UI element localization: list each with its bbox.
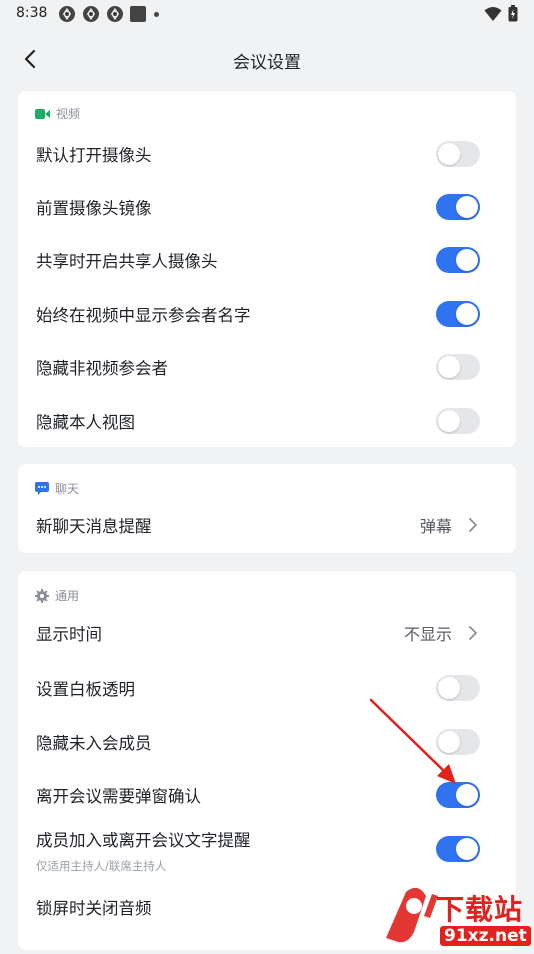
- app-header: 会议设置: [0, 30, 534, 88]
- toggle-switch[interactable]: [436, 301, 480, 327]
- square-icon: [130, 6, 146, 22]
- setting-label: 设置白板透明: [36, 680, 135, 699]
- chevron-right-icon: [469, 518, 477, 532]
- dot-icon: [154, 11, 159, 17]
- watermark-logo: 下载站 91xz.net: [378, 886, 534, 950]
- setting-label: 成员加入或离开会议文字提醒: [36, 831, 251, 850]
- toggle-switch[interactable]: [436, 729, 480, 755]
- setting-label: 离开会议需要弹窗确认: [36, 787, 201, 806]
- setting-sublabel: 仅适用主持人/联席主持人: [36, 859, 167, 873]
- setting-row[interactable]: 设置白板透明: [36, 673, 498, 703]
- setting-label: 隐藏非视频参会者: [36, 359, 168, 378]
- video-camera-icon: [35, 108, 50, 119]
- toggle-switch[interactable]: [436, 782, 480, 808]
- toggle-knob: [438, 410, 460, 432]
- status-notification-icons: [58, 5, 159, 23]
- setting-value: 不显示: [403, 625, 452, 644]
- setting-label: 始终在视频中显示参会者名字: [36, 306, 251, 325]
- setting-label: 锁屏时关闭音频: [36, 899, 152, 918]
- setting-label: 新聊天消息提醒: [36, 517, 152, 536]
- setting-label: 共享时开启共享人摄像头: [36, 252, 218, 271]
- setting-row[interactable]: 新聊天消息提醒 弹幕: [36, 510, 498, 540]
- page-title: 会议设置: [233, 53, 301, 73]
- setting-label: 默认打开摄像头: [36, 146, 152, 165]
- setting-label: 隐藏本人视图: [36, 413, 135, 432]
- gear-icon: [35, 588, 49, 603]
- toggle-knob: [438, 356, 460, 378]
- setting-row[interactable]: 始终在视频中显示参会者名字: [36, 299, 498, 329]
- watermark-text: 下载站: [436, 893, 524, 926]
- chevron-right-icon: [469, 626, 477, 640]
- chat-bubble-icon: [35, 482, 49, 495]
- setting-row[interactable]: 离开会议需要弹窗确认: [36, 780, 498, 810]
- setting-row[interactable]: 共享时开启共享人摄像头: [36, 245, 498, 275]
- toggle-knob: [438, 731, 460, 753]
- general-section-title: 通用: [55, 589, 80, 603]
- video-settings-card: 视频 默认打开摄像头 前置摄像头镜像 共享时开启共享人摄像头 始终在视频中显示参…: [18, 91, 516, 447]
- toggle-knob: [456, 838, 478, 860]
- status-system-icons: [484, 5, 518, 22]
- chat-settings-card: 聊天 新聊天消息提醒 弹幕: [18, 464, 516, 553]
- toggle-knob: [456, 249, 478, 271]
- toggle-switch[interactable]: [436, 408, 480, 434]
- toggle-switch[interactable]: [436, 836, 480, 862]
- app-icon: [83, 6, 99, 22]
- setting-row[interactable]: 默认打开摄像头: [36, 139, 498, 169]
- chat-section-title: 聊天: [55, 482, 80, 496]
- setting-row[interactable]: 显示时间 不显示: [36, 618, 498, 648]
- setting-value-group: 不显示: [404, 621, 478, 645]
- status-bar: 8:38: [0, 0, 534, 28]
- battery-icon: [508, 5, 518, 22]
- app-icon: [107, 6, 123, 22]
- toggle-knob: [438, 677, 460, 699]
- toggle-knob: [456, 784, 478, 806]
- chat-section-header: 聊天: [35, 480, 79, 497]
- toggle-knob: [438, 143, 460, 165]
- toggle-knob: [456, 196, 478, 218]
- setting-label: 显示时间: [36, 625, 102, 644]
- general-section-header: 通用: [35, 587, 79, 604]
- setting-row[interactable]: 成员加入或离开会议文字提醒: [36, 824, 498, 862]
- setting-label: 前置摄像头镜像: [36, 199, 152, 218]
- watermark-domain: 91xz.net: [440, 926, 531, 946]
- toggle-switch[interactable]: [436, 247, 480, 273]
- setting-value: 弹幕: [419, 517, 452, 536]
- video-section-title: 视频: [56, 107, 81, 121]
- setting-row[interactable]: 前置摄像头镜像: [36, 192, 498, 222]
- toggle-knob: [456, 303, 478, 325]
- wifi-icon: [484, 6, 502, 21]
- video-section-header: 视频: [35, 105, 80, 122]
- setting-row[interactable]: 隐藏非视频参会者: [36, 352, 498, 382]
- toggle-switch[interactable]: [436, 141, 480, 167]
- setting-value-group: 弹幕: [420, 513, 478, 537]
- setting-row[interactable]: 隐藏本人视图: [36, 406, 498, 436]
- setting-row[interactable]: 隐藏未入会成员: [36, 727, 498, 757]
- status-time: 8:38: [16, 5, 48, 21]
- toggle-switch[interactable]: [436, 354, 480, 380]
- app-icon: [59, 6, 75, 22]
- toggle-switch[interactable]: [436, 675, 480, 701]
- setting-label: 隐藏未入会成员: [36, 734, 152, 753]
- toggle-switch[interactable]: [436, 194, 480, 220]
